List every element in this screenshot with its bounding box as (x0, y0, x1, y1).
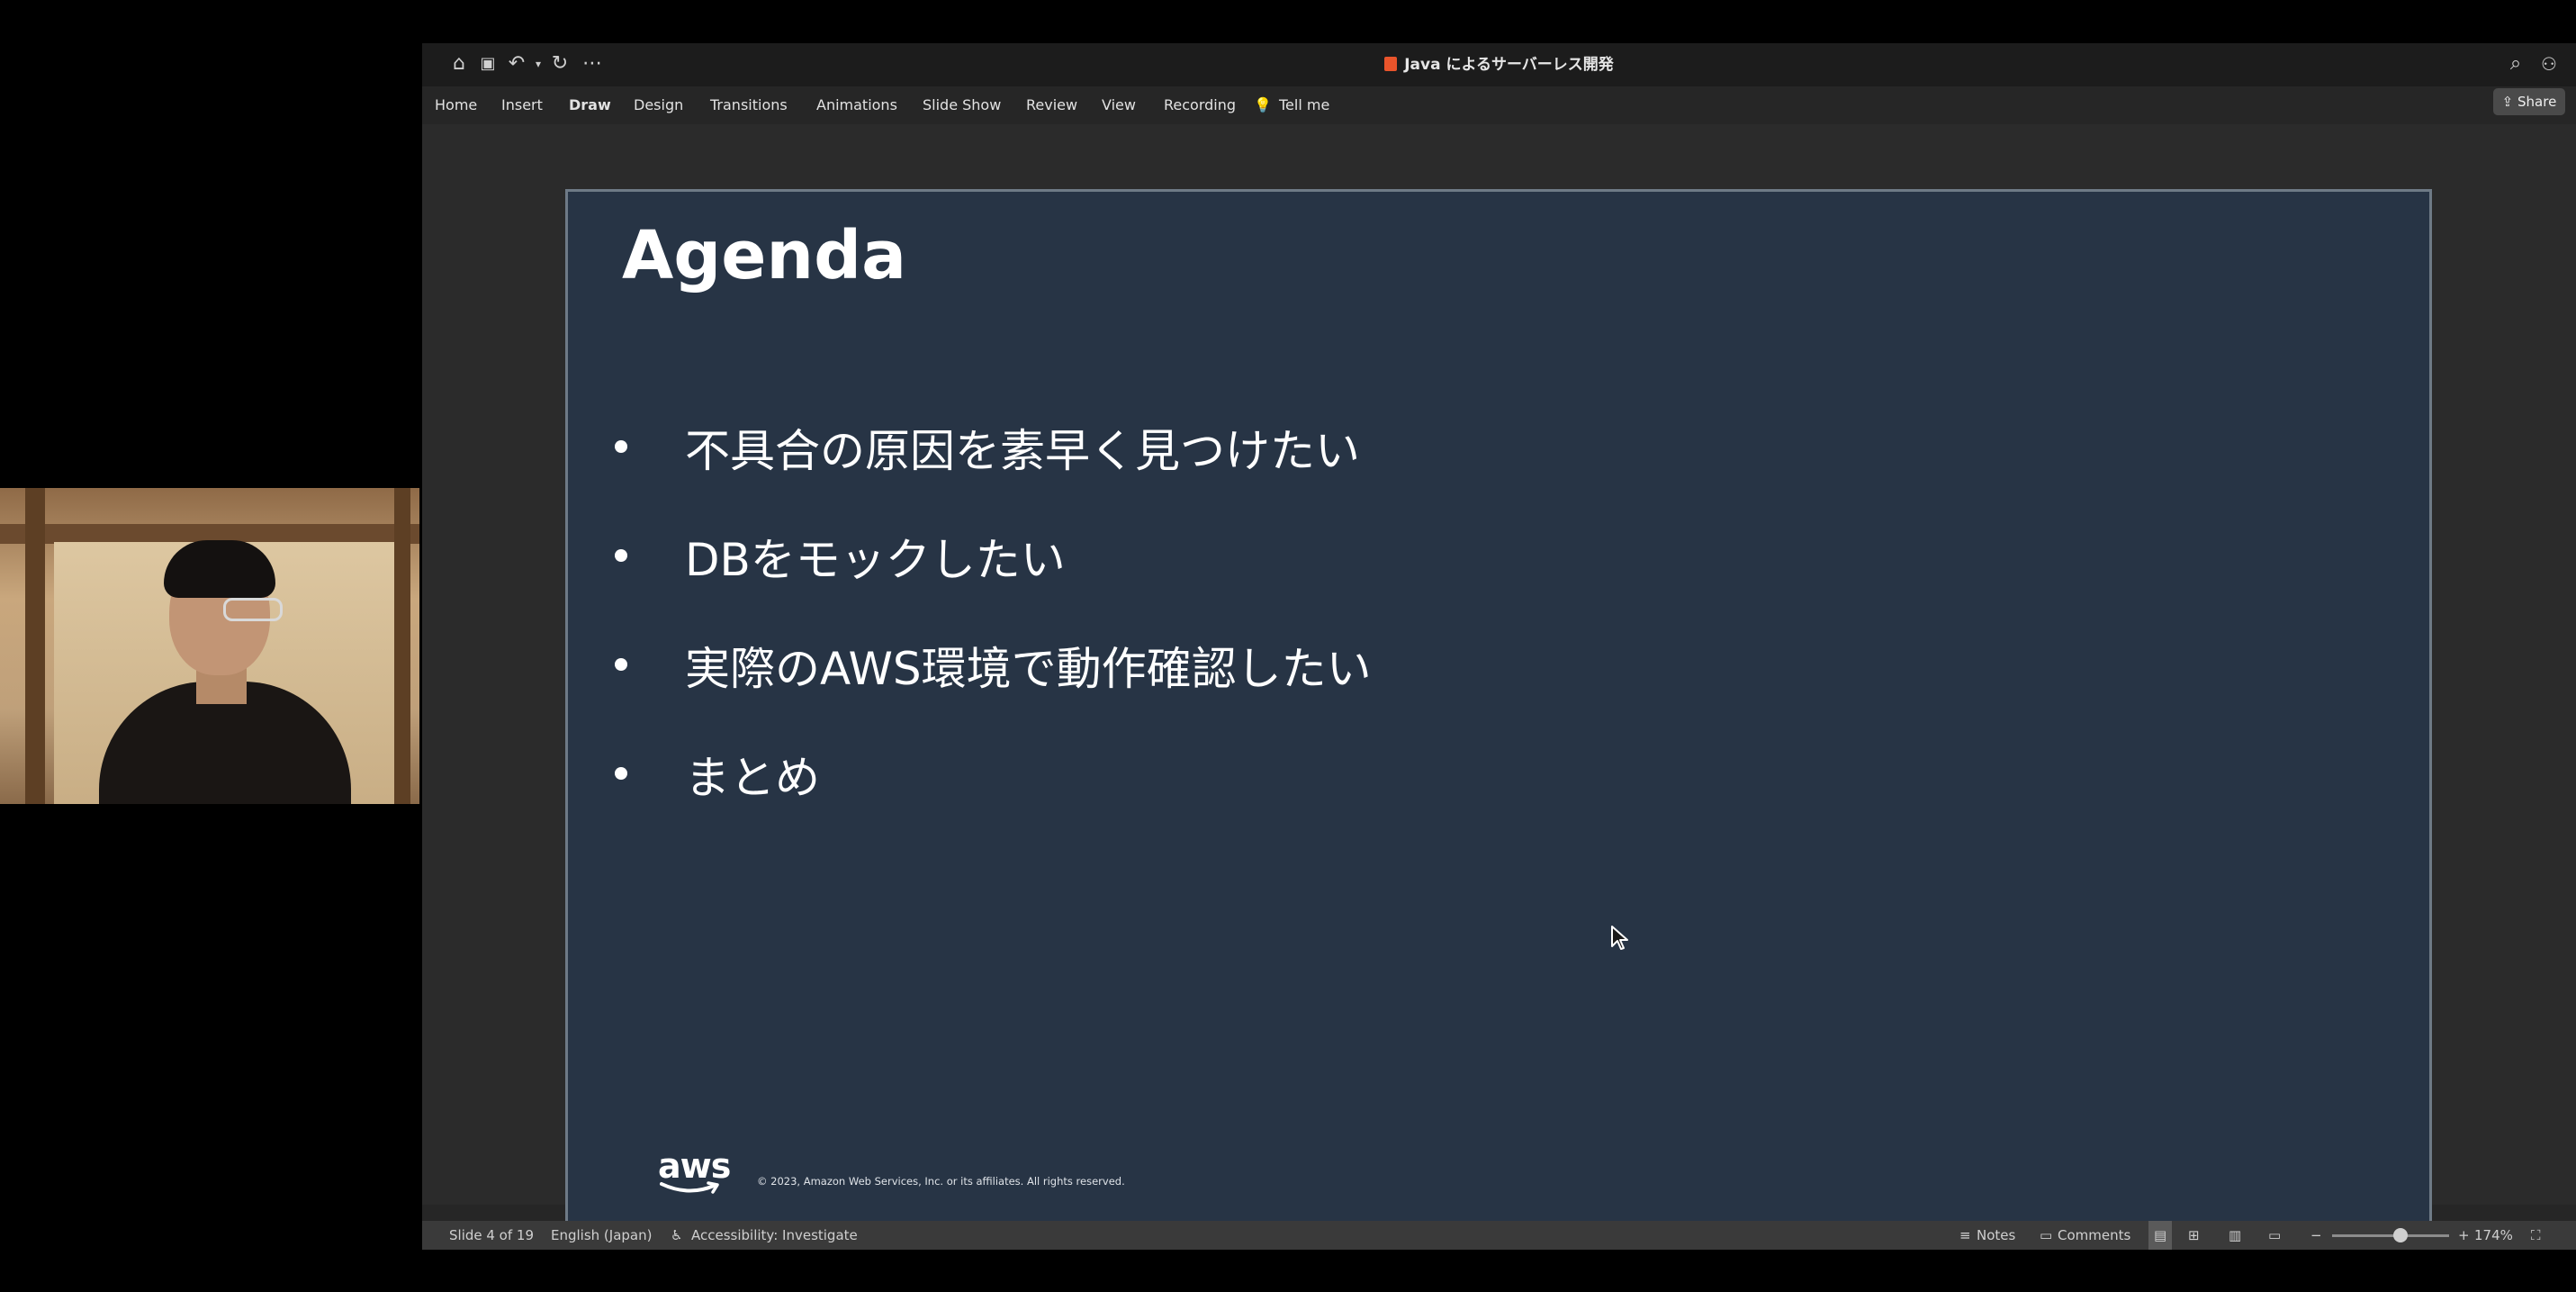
agenda-item-4[interactable]: まとめ (685, 742, 820, 807)
powerpoint-doc-icon (1384, 57, 1398, 71)
tab-design[interactable]: Design (634, 86, 683, 124)
aws-logo-text: aws (658, 1146, 731, 1186)
zoom-slider-thumb[interactable] (2393, 1228, 2408, 1242)
normal-view-icon[interactable]: ▤ (2148, 1221, 2173, 1250)
tab-review[interactable]: Review (1026, 86, 1077, 124)
tab-transitions[interactable]: Transitions (710, 86, 788, 124)
notes-button[interactable]: Notes (1977, 1221, 2015, 1250)
bullet-dot (615, 767, 627, 780)
slideshow-icon[interactable]: ▭ (2268, 1221, 2281, 1250)
account-icon[interactable]: ⚇ (2537, 52, 2561, 76)
notes-icon[interactable]: ≡ (1959, 1221, 1971, 1250)
copyright-notice: © 2023, Amazon Web Services, Inc. or its… (757, 1175, 1125, 1188)
comments-icon[interactable]: ▭ (2040, 1221, 2052, 1250)
webcam-post-right (394, 488, 410, 804)
accessibility-status[interactable]: Accessibility: Investigate (691, 1221, 858, 1250)
aws-logo: aws (658, 1146, 731, 1197)
tab-slide-show[interactable]: Slide Show (923, 86, 1001, 124)
presenter-glasses (223, 598, 283, 621)
comments-button[interactable]: Comments (2058, 1221, 2130, 1250)
tell-me-search[interactable]: Tell me (1279, 86, 1329, 124)
agenda-item-2[interactable]: DBをモックしたい (685, 524, 1066, 589)
slide-sorter-icon[interactable]: ⊞ (2188, 1221, 2200, 1250)
fit-slide-icon[interactable]: ⛶ (2531, 1221, 2541, 1250)
slide-editing-canvas[interactable]: Agenda 不具合の原因を素早く見つけたい DBをモックしたい 実際のAWS環… (422, 124, 2576, 1239)
agenda-item-1[interactable]: 不具合の原因を素早く見つけたい (685, 415, 1360, 480)
powerpoint-window: ⌂ ▣ ↶ ▾ ↻ ⋯ Java によるサーバーレス開発 ⌕ ⚇ Home In… (422, 43, 2576, 1250)
bullet-dot (615, 658, 627, 671)
tab-draw[interactable]: Draw (569, 86, 611, 124)
tab-animations[interactable]: Animations (816, 86, 897, 124)
agenda-item-3[interactable]: 実際のAWS環境で動作確認したい (685, 633, 1372, 698)
share-button[interactable]: ⇪ Share (2493, 88, 2565, 115)
search-icon[interactable]: ⌕ (2504, 52, 2527, 76)
slide-title[interactable]: Agenda (622, 217, 906, 294)
status-bar: Slide 4 of 19 English (Japan) ♿ Accessib… (422, 1221, 2576, 1250)
slide-position: Slide 4 of 19 (449, 1227, 534, 1243)
zoom-level[interactable]: 174% (2474, 1221, 2513, 1250)
presenter-hair (164, 540, 275, 598)
presenter-webcam (0, 488, 419, 804)
lightbulb-icon[interactable]: 💡 (1254, 86, 1272, 124)
bullet-dot (615, 549, 627, 562)
zoom-in-icon[interactable]: + (2458, 1221, 2470, 1250)
zoom-slider-track[interactable] (2332, 1234, 2449, 1237)
tab-insert[interactable]: Insert (501, 86, 543, 124)
ribbon-tabs: Home Insert Draw Design Transitions Anim… (422, 86, 2576, 124)
language-indicator[interactable]: English (Japan) (551, 1221, 652, 1250)
share-icon: ⇪ (2501, 94, 2518, 110)
reading-view-icon[interactable]: ▥ (2229, 1221, 2241, 1250)
webcam-post-left (25, 488, 45, 804)
tab-home[interactable]: Home (435, 86, 477, 124)
zoom-out-icon[interactable]: − (2310, 1221, 2322, 1250)
accessibility-icon[interactable]: ♿ (671, 1221, 682, 1250)
share-label: Share (2517, 94, 2557, 110)
tab-recording[interactable]: Recording (1164, 86, 1236, 124)
document-title: Java によるサーバーレス開発 (422, 43, 2576, 86)
bullet-dot (615, 440, 627, 453)
document-title-text: Java によるサーバーレス開発 (1404, 56, 1614, 74)
mouse-cursor-icon (1611, 926, 1628, 950)
title-bar: ⌂ ▣ ↶ ▾ ↻ ⋯ Java によるサーバーレス開発 ⌕ ⚇ (422, 43, 2576, 86)
tab-view[interactable]: View (1102, 86, 1136, 124)
slide[interactable]: Agenda 不具合の原因を素早く見つけたい DBをモックしたい 実際のAWS環… (565, 189, 2432, 1239)
